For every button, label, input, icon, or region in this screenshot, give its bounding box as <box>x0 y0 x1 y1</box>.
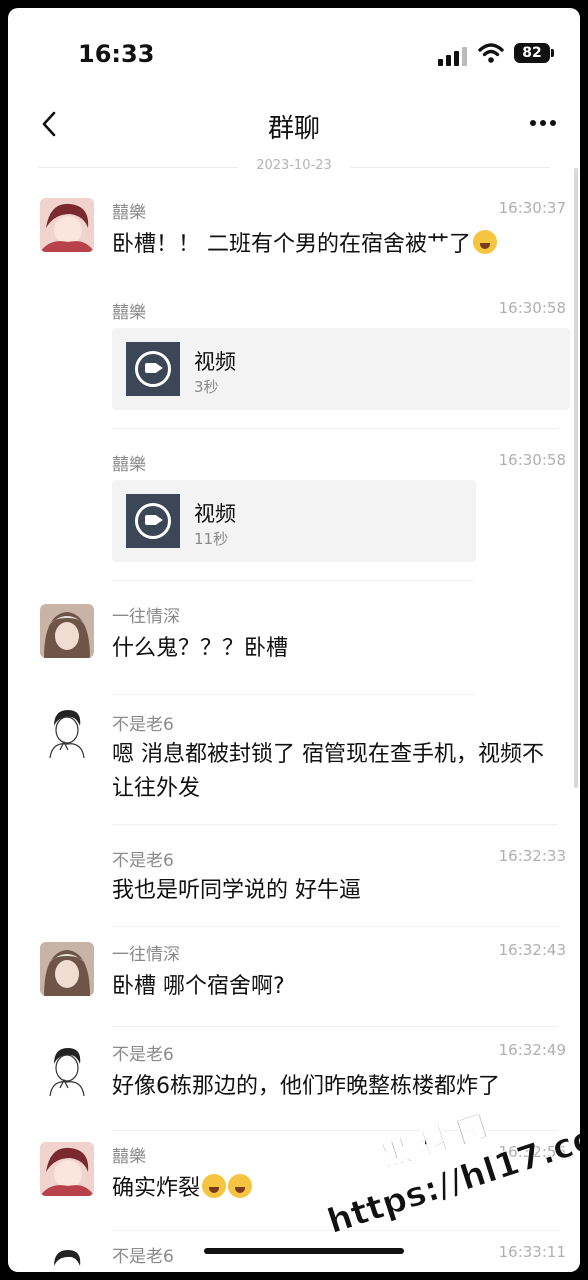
avatar[interactable] <box>40 942 94 996</box>
message-time: 16:32:43 <box>498 941 566 959</box>
message-item: 不是老6 嗯 消息都被封锁了 宿管现在查手机，视频不让往外发 <box>8 700 580 836</box>
date-label: 2023-10-23 <box>256 158 332 173</box>
message-item: 一往情深 什么鬼？？？卧槽 <box>8 598 580 698</box>
avatar[interactable] <box>40 1244 94 1272</box>
message-text: 卧槽 哪个宿舍啊? <box>112 974 285 999</box>
avatar[interactable] <box>40 198 94 252</box>
message-item: 不是老6 16:33:11 <box>8 1238 580 1272</box>
more-options-icon[interactable] <box>530 120 558 128</box>
status-bar: 16:33 82 <box>8 8 580 92</box>
video-thumbnail <box>126 342 180 396</box>
sender-name: 不是老6 <box>112 1247 174 1267</box>
status-time: 16:33 <box>78 40 155 68</box>
scrollbar[interactable] <box>574 168 578 788</box>
sender-name: 囍樂 <box>112 455 146 475</box>
video-thumbnail <box>126 494 180 548</box>
message-item: 囍樂 16:30:58 视频 3秒 <box>8 294 580 444</box>
video-duration: 11秒 <box>194 530 229 548</box>
message-text: 嗯 消息都被封锁了 宿管现在查手机，视频不让往外发 <box>112 742 544 801</box>
laughing-emoji-icon <box>202 1174 227 1198</box>
message-time: 16:30:37 <box>498 199 566 217</box>
avatar[interactable] <box>40 604 94 658</box>
sender-name: 囍樂 <box>112 303 146 323</box>
avatar[interactable] <box>40 704 94 758</box>
message-item: 囍樂 16:30:58 视频 11秒 <box>8 446 580 596</box>
message-time: 16:33:11 <box>498 1243 566 1261</box>
sender-name: 囍樂 <box>112 203 146 223</box>
video-card[interactable]: 视频 3秒 <box>112 328 570 410</box>
video-label: 视频 <box>194 502 236 526</box>
sender-name: 不是老6 <box>112 715 174 735</box>
avatar[interactable] <box>40 1142 94 1196</box>
laughing-emoji-icon <box>228 1174 253 1198</box>
message-item: 一往情深 16:32:43 卧槽 哪个宿舍啊? <box>8 936 580 1036</box>
wifi-icon <box>478 43 504 63</box>
date-separator: 2023-10-23 <box>38 158 550 178</box>
message-text: 我也是听同学说的 好牛逼 <box>112 878 361 903</box>
message-text: 卧槽！！ 二班有个男的在宿舍被艹了 <box>112 228 560 262</box>
message-time: 16:30:58 <box>498 451 566 469</box>
message-time: 16:32:33 <box>498 847 566 865</box>
avatar[interactable] <box>40 1042 94 1096</box>
message-item: 囍樂 16:30:37 卧槽！！ 二班有个男的在宿舍被艹了 <box>8 194 580 294</box>
video-card[interactable]: 视频 11秒 <box>112 480 476 562</box>
scream-emoji-icon <box>473 230 497 254</box>
message-text: 什么鬼？？？卧槽 <box>112 636 289 661</box>
sender-name: 不是老6 <box>112 851 174 871</box>
sender-name: 一往情深 <box>112 607 180 627</box>
sender-name: 一往情深 <box>112 945 180 965</box>
message-time: 16:30:58 <box>498 299 566 317</box>
nav-bar: 群聊 <box>8 92 580 156</box>
message-item: 不是老6 16:32:33 我也是听同学说的 好牛逼 <box>8 836 580 936</box>
chat-screen: 16:33 82 群聊 2023-10-23 囍樂 16:30:37 卧槽！！ … <box>8 8 580 1272</box>
battery-icon: 82 <box>514 43 554 63</box>
home-indicator[interactable] <box>204 1248 404 1254</box>
sender-name: 囍樂 <box>112 1147 146 1167</box>
sender-name: 不是老6 <box>112 1045 174 1065</box>
video-label: 视频 <box>194 350 236 374</box>
cellular-signal-icon <box>438 44 470 66</box>
video-duration: 3秒 <box>194 378 219 396</box>
page-title: 群聊 <box>267 114 320 144</box>
